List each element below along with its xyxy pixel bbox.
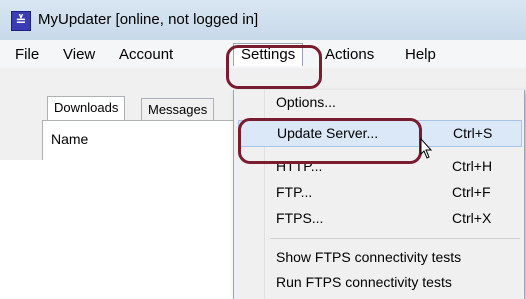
menu-view[interactable]: View	[56, 44, 102, 66]
menu-item-shortcut: Ctrl+S	[453, 125, 493, 141]
tab-downloads[interactable]: Downloads	[47, 96, 126, 121]
menu-file[interactable]: File	[8, 44, 46, 66]
menu-item-label: FTP...	[276, 184, 313, 200]
window-title: MyUpdater [online, not logged in]	[38, 11, 259, 28]
menu-account[interactable]: Account	[112, 44, 180, 66]
menu-item-run-ftps-tests[interactable]: Run FTPS connectivity tests	[234, 270, 524, 295]
mouse-cursor-icon	[420, 137, 433, 159]
app-icon: ≚	[11, 11, 31, 31]
annotation-oval-update-server	[238, 118, 422, 164]
menu-item-shortcut: Ctrl+F	[452, 184, 491, 200]
menu-item-label: Run FTPS connectivity tests	[276, 274, 452, 290]
title-bar: ≚ MyUpdater [online, not logged in]	[0, 0, 526, 41]
tab-messages[interactable]: Messages	[141, 98, 215, 121]
annotation-oval-settings	[226, 45, 322, 89]
menu-item-ftp[interactable]: FTP... Ctrl+F	[234, 180, 524, 205]
menu-actions[interactable]: Actions	[318, 44, 381, 66]
menu-item-shortcut: Ctrl+X	[452, 210, 492, 226]
menu-item-options[interactable]: Options...	[234, 90, 524, 115]
menu-item-label: Options...	[276, 94, 336, 110]
menu-item-show-ftps-tests[interactable]: Show FTPS connectivity tests	[234, 245, 524, 270]
column-header-name[interactable]: Name	[51, 131, 88, 147]
menu-separator	[270, 238, 520, 239]
menu-item-label: Show FTPS connectivity tests	[276, 249, 462, 265]
menu-item-shortcut: Ctrl+H	[452, 158, 493, 174]
menu-item-ftps[interactable]: FTPS... Ctrl+X	[234, 206, 524, 231]
menu-item-label: FTPS...	[276, 210, 324, 226]
menu-help[interactable]: Help	[398, 44, 443, 66]
